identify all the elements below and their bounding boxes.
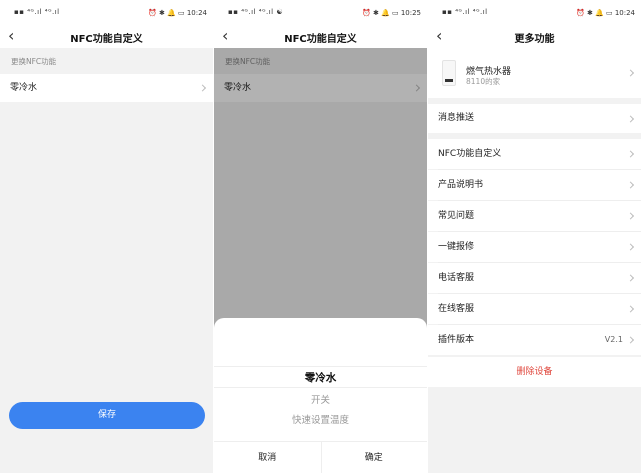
row-label: 在线客服	[438, 304, 475, 314]
page-title: 更多功能	[514, 34, 555, 45]
nfc-function-row[interactable]: 零冷水	[0, 74, 213, 102]
picker-sheet: 零冷水 开关 快速设置温度 取消 确定	[214, 318, 427, 473]
screen-nfc-picker: ▪▪ ⁴ᴳ.ıl ⁴ᴳ.ıl ☯ ⏰ ✱ 🔔 ▭ 10:25 ‹ NFC功能自定…	[214, 0, 427, 473]
chevron-right-icon	[626, 114, 635, 123]
chevron-right-icon	[198, 84, 207, 92]
status-time: ⏰ ✱ 🔔 ▭ 10:24	[148, 9, 207, 17]
row-label: 产品说明书	[438, 180, 484, 190]
row-label: 一键报修	[438, 242, 475, 252]
menu-item-repair[interactable]: 一键报修	[428, 232, 641, 262]
device-home: 8110的家	[466, 77, 501, 86]
chevron-right-icon	[626, 212, 635, 220]
menu-item-phone-service[interactable]: 电话客服	[428, 263, 641, 293]
picker-selected-option[interactable]: 零冷水	[214, 366, 427, 388]
device-card[interactable]: 燃气热水器 8110的家	[428, 48, 641, 98]
screen-nfc-custom: ▪▪ ⁴ᴳ.ıl ⁴ᴳ.ıl ⏰ ✱ 🔔 ▭ 10:24 ‹ NFC功能自定义 …	[0, 0, 213, 473]
signal-icon: ▪▪ ⁴ᴳ.ıl ⁴ᴳ.ıl	[442, 8, 488, 16]
chevron-right-icon	[626, 243, 635, 251]
nav-bar: ‹ NFC功能自定义	[214, 26, 427, 48]
version-value: V2.1	[604, 335, 623, 344]
chevron-right-icon	[626, 274, 635, 282]
chevron-right-icon	[626, 69, 635, 77]
status-time: ⏰ ✱ 🔔 ▭ 10:24	[576, 9, 635, 17]
picker-footer: 取消 确定	[214, 441, 427, 473]
page-title: NFC功能自定义	[70, 34, 143, 45]
chevron-right-icon	[626, 181, 635, 189]
nav-bar: ‹ NFC功能自定义	[0, 26, 213, 48]
row-label: 插件版本	[438, 335, 475, 345]
status-bar: ▪▪ ⁴ᴳ.ıl ⁴ᴳ.ıl ☯ ⏰ ✱ 🔔 ▭ 10:25	[214, 0, 427, 26]
row-label: 零冷水	[10, 83, 38, 93]
page-title: NFC功能自定义	[284, 34, 357, 45]
row-label: 常见问题	[438, 211, 475, 221]
nav-bar: ‹ 更多功能	[428, 26, 641, 48]
row-label: 电话客服	[438, 273, 475, 283]
menu-item-plugin-version[interactable]: 插件版本 V2.1	[428, 325, 641, 355]
picker-option-quick-temp[interactable]: 快速设置温度	[214, 412, 427, 426]
menu-item-online-service[interactable]: 在线客服	[428, 294, 641, 324]
row-label: 消息推送	[438, 113, 475, 123]
status-bar: ▪▪ ⁴ᴳ.ıl ⁴ᴳ.ıl ⏰ ✱ 🔔 ▭ 10:24	[0, 0, 213, 26]
water-heater-icon	[442, 60, 456, 86]
menu-item-faq[interactable]: 常见问题	[428, 201, 641, 231]
chevron-right-icon	[626, 305, 635, 313]
signal-icon: ▪▪ ⁴ᴳ.ıl ⁴ᴳ.ıl ☯	[228, 8, 284, 16]
delete-device-button[interactable]: 删除设备	[428, 357, 641, 387]
save-button[interactable]: 保存	[9, 402, 205, 429]
menu-item-manual[interactable]: 产品说明书	[428, 170, 641, 200]
section-header: 更换NFC功能	[11, 57, 57, 66]
menu-item-nfc[interactable]: NFC功能自定义	[428, 139, 641, 169]
confirm-button[interactable]: 确定	[321, 442, 428, 473]
cancel-button[interactable]: 取消	[214, 442, 321, 473]
row-label: NFC功能自定义	[438, 149, 502, 159]
status-bar: ▪▪ ⁴ᴳ.ıl ⁴ᴳ.ıl ⏰ ✱ 🔔 ▭ 10:24	[428, 0, 641, 26]
status-time: ⏰ ✱ 🔔 ▭ 10:25	[362, 9, 421, 17]
screen-more-functions: ▪▪ ⁴ᴳ.ıl ⁴ᴳ.ıl ⏰ ✱ 🔔 ▭ 10:24 ‹ 更多功能 燃气热水…	[428, 0, 641, 473]
chevron-right-icon	[626, 150, 635, 158]
picker-option-switch[interactable]: 开关	[214, 392, 427, 406]
signal-icon: ▪▪ ⁴ᴳ.ıl ⁴ᴳ.ıl	[14, 8, 60, 16]
chevron-right-icon	[626, 336, 635, 344]
menu-item-push[interactable]: 消息推送	[428, 104, 641, 133]
